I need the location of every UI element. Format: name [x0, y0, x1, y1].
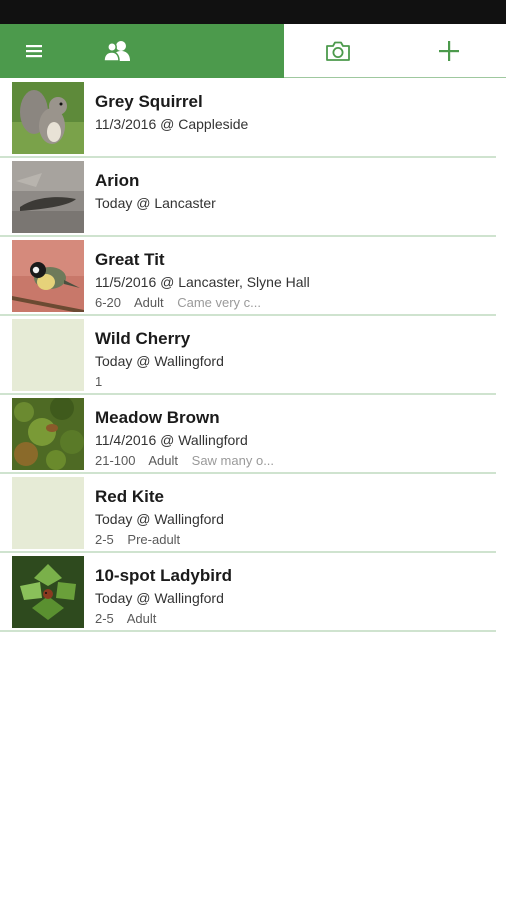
- toolbar-actions-section: [284, 24, 506, 78]
- record-details: 6-20 Adult Came very c...: [95, 295, 271, 310]
- record-row[interactable]: Wild Cherry Today @ Wallingford 1: [0, 316, 496, 395]
- record-details: 1: [95, 374, 112, 389]
- record-title: Wild Cherry: [95, 329, 191, 348]
- record-count: 6-20: [95, 295, 122, 310]
- status-bar: [0, 0, 506, 24]
- record-title: Meadow Brown: [95, 408, 220, 427]
- record-title: Red Kite: [95, 487, 164, 506]
- record-row[interactable]: Meadow Brown 11/4/2016 @ Wallingford 21-…: [0, 395, 496, 474]
- records-list: Grey Squirrel 11/3/2016 @ Cappleside Ari…: [0, 79, 506, 632]
- record-count: 2-5: [95, 532, 114, 547]
- add-record-button[interactable]: [429, 24, 469, 78]
- record-row[interactable]: Great Tit 11/5/2016 @ Lancaster, Slyne H…: [0, 237, 496, 316]
- record-row[interactable]: Red Kite Today @ Wallingford 2-5 Pre-adu…: [0, 474, 496, 553]
- record-title: Arion: [95, 171, 140, 190]
- record-title: 10-spot Ladybird: [95, 566, 232, 585]
- record-count: 1: [95, 374, 103, 389]
- record-date-location: Today @ Wallingford: [95, 511, 224, 527]
- record-stage: Adult: [133, 295, 164, 310]
- record-photo: [12, 398, 84, 470]
- plus-icon: [439, 41, 459, 61]
- record-details: 2-5 Pre-adult: [95, 532, 190, 547]
- record-photo: [12, 82, 84, 154]
- menu-button[interactable]: [14, 24, 54, 78]
- record-date-location: Today @ Wallingford: [95, 353, 224, 369]
- record-details: 2-5 Adult: [95, 611, 166, 626]
- record-count: 21-100: [95, 453, 136, 468]
- record-details: 21-100 Adult Saw many o...: [95, 453, 284, 468]
- users-icon: [103, 41, 130, 62]
- top-toolbar: [0, 24, 506, 78]
- record-row[interactable]: Arion Today @ Lancaster: [0, 158, 496, 237]
- record-photo: [12, 240, 84, 312]
- record-stage: Adult: [148, 453, 179, 468]
- hamburger-menu-icon: [26, 45, 42, 58]
- record-date-location: 11/5/2016 @ Lancaster, Slyne Hall: [95, 274, 310, 290]
- record-date-location: 11/3/2016 @ Cappleside: [95, 116, 249, 132]
- record-comment: Saw many o...: [191, 453, 275, 468]
- record-count: 2-5: [95, 611, 114, 626]
- record-photo: [12, 556, 84, 628]
- camera-icon: [326, 41, 350, 61]
- record-row[interactable]: Grey Squirrel 11/3/2016 @ Cappleside: [0, 79, 496, 158]
- record-date-location: Today @ Wallingford: [95, 590, 224, 606]
- record-date-location: Today @ Lancaster: [95, 195, 216, 211]
- record-photo: [12, 161, 84, 233]
- record-stage: Pre-adult: [127, 532, 181, 547]
- group-button[interactable]: [96, 24, 138, 78]
- record-title: Grey Squirrel: [95, 92, 203, 111]
- record-date-location: 11/4/2016 @ Wallingford: [95, 432, 248, 448]
- record-photo-placeholder: [12, 319, 84, 391]
- record-title: Great Tit: [95, 250, 165, 269]
- toolbar-primary-section: [0, 24, 284, 78]
- record-comment: Came very c...: [177, 295, 261, 310]
- record-photo-placeholder: [12, 477, 84, 549]
- record-stage: Adult: [126, 611, 157, 626]
- camera-button[interactable]: [318, 24, 358, 78]
- record-row[interactable]: 10-spot Ladybird Today @ Wallingford 2-5…: [0, 553, 496, 632]
